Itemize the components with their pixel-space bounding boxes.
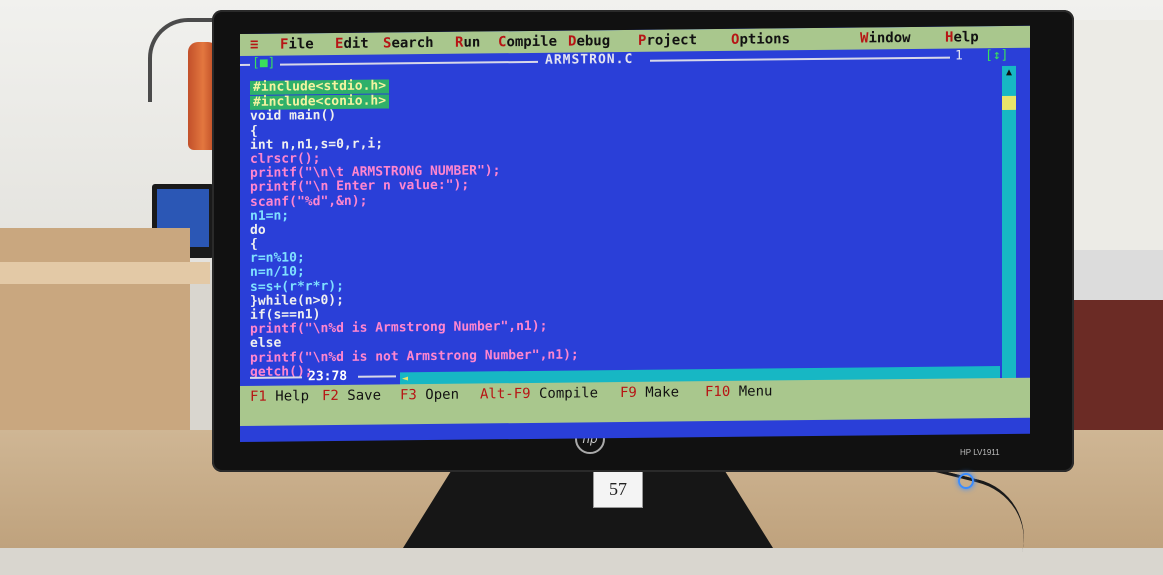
menu-item-label: dit xyxy=(343,35,369,52)
function-key-bar: F1 Help F2 Save F3 Open Alt-F9 Compile F9 Ma… xyxy=(240,377,1030,426)
fkey-key: F2 xyxy=(322,387,339,405)
fkey-label: Make xyxy=(636,384,680,401)
fkey-make[interactable]: F9 Make xyxy=(620,384,679,401)
menu-item-label: roject xyxy=(646,32,698,49)
fkey-key: F1 xyxy=(250,388,267,405)
menu-item-label: indow xyxy=(868,29,911,47)
monitor-stand-base xyxy=(403,465,773,548)
menu-item-edit[interactable]: Edit xyxy=(335,36,369,52)
title-rule-left-end xyxy=(240,63,250,66)
fkey-label: Menu xyxy=(730,383,773,400)
menu-item-window[interactable]: Window xyxy=(860,30,911,47)
menu-item-label: ile xyxy=(288,36,314,53)
vertical-scrollbar[interactable]: ▲ xyxy=(1002,65,1016,397)
menu-item-label: ptions xyxy=(739,31,791,48)
title-rule-right xyxy=(650,56,950,62)
fkey-label: Help xyxy=(266,388,310,405)
fkey-label: Open xyxy=(416,386,460,404)
fkey-open[interactable]: F3 Open xyxy=(400,387,459,404)
system-menu-icon[interactable]: ≡ xyxy=(250,37,258,53)
cursor-position: 23:78 xyxy=(308,368,348,385)
menu-item-options[interactable]: Options xyxy=(731,31,790,48)
menu-item-label: ebug xyxy=(576,33,611,50)
menu-item-label: elp xyxy=(953,29,979,46)
code-editor[interactable]: #include<stdio.h> #include<conio.h> void m… xyxy=(250,72,990,380)
menu-item-debug[interactable]: Debug xyxy=(568,33,610,49)
cubicle-partition-top xyxy=(0,262,210,284)
fkey-label: Compile xyxy=(530,385,599,402)
menu-item-search[interactable]: Search xyxy=(383,35,434,52)
window-number: 1 xyxy=(955,48,963,64)
status-rule-left xyxy=(250,376,302,379)
menu-item-label: earch xyxy=(391,34,434,52)
menu-item-label: ompile xyxy=(506,33,558,51)
fkey-menu[interactable]: F10 Menu xyxy=(705,383,772,400)
menu-item-label: un xyxy=(463,34,481,51)
zoom-box-icon[interactable]: [↕] xyxy=(985,48,1008,63)
fkey-help[interactable]: F1 Help xyxy=(250,388,309,405)
menu-item-run[interactable]: Run xyxy=(455,34,480,50)
code-line[interactable]: #include<stdio.h> xyxy=(250,78,390,96)
close-box-icon[interactable]: [■] xyxy=(252,56,275,71)
asset-sticker: 57 xyxy=(593,470,643,508)
editor-filename: ARMSTRON.C xyxy=(545,51,634,68)
fkey-compile[interactable]: Alt-F9 Compile xyxy=(480,385,598,402)
fkey-key: F10 xyxy=(705,383,731,401)
menu-item-compile[interactable]: Compile xyxy=(498,34,557,51)
ide-screen: ≡ File Edit Search Run Compile Debug Project Op… xyxy=(240,25,1030,442)
fkey-key: F3 xyxy=(400,387,417,404)
fkey-key: F9 xyxy=(620,384,637,402)
power-button-icon[interactable] xyxy=(958,473,974,489)
fkey-save[interactable]: F2 Save xyxy=(322,388,381,405)
menu-item-file[interactable]: File xyxy=(280,36,314,52)
scroll-thumb[interactable] xyxy=(1002,95,1016,111)
monitor-model-label: HP LV1911 xyxy=(960,448,1000,457)
menu-item-help[interactable]: Help xyxy=(945,29,979,45)
scroll-up-arrow-icon[interactable]: ▲ xyxy=(1002,66,1016,80)
fkey-label: Save xyxy=(338,387,382,404)
menu-item-project[interactable]: Project xyxy=(638,32,697,49)
title-rule-left xyxy=(280,60,538,66)
status-rule-right xyxy=(358,375,396,378)
fkey-key: Alt-F9 xyxy=(480,385,531,403)
